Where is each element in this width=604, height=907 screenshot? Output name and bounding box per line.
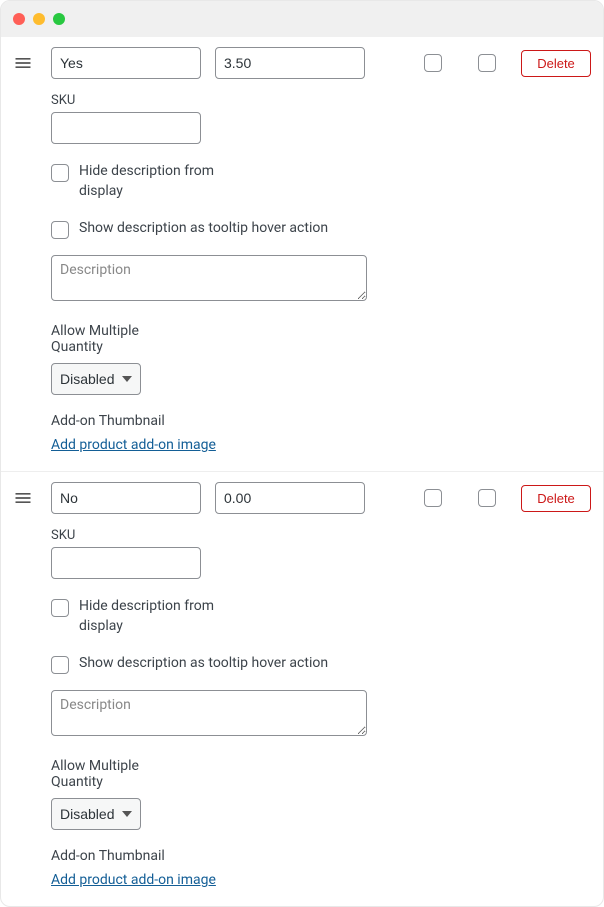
window-titlebar	[1, 1, 603, 37]
app-window: Delete SKU Hide description from display…	[0, 0, 604, 907]
thumbnail-label: Add-on Thumbnail	[51, 848, 591, 864]
sku-input[interactable]	[51, 112, 201, 144]
description-textarea[interactable]	[51, 690, 367, 736]
allow-multiple-label: Allow Multiple Quantity	[51, 323, 171, 355]
option-flag1-checkbox[interactable]	[424, 54, 442, 72]
window-minimize-dot[interactable]	[33, 13, 45, 25]
option-name-input[interactable]	[51, 482, 201, 514]
option-flag2-checkbox[interactable]	[478, 54, 496, 72]
hide-description-checkbox[interactable]	[51, 164, 69, 182]
quantity-mode-select[interactable]: Disabled	[51, 798, 141, 830]
option-price-input[interactable]	[215, 47, 365, 79]
allow-multiple-label: Allow Multiple Quantity	[51, 758, 171, 790]
hide-description-label: Hide description from display	[79, 597, 239, 636]
add-image-link[interactable]: Add product add-on image	[51, 872, 216, 888]
tooltip-description-label: Show description as tooltip hover action	[79, 219, 328, 239]
hide-description-label: Hide description from display	[79, 162, 239, 201]
tooltip-description-checkbox[interactable]	[51, 656, 69, 674]
tooltip-description-label: Show description as tooltip hover action	[79, 654, 328, 674]
drag-handle-icon[interactable]	[13, 488, 37, 508]
tooltip-description-checkbox[interactable]	[51, 221, 69, 239]
sku-input[interactable]	[51, 547, 201, 579]
window-zoom-dot[interactable]	[53, 13, 65, 25]
delete-button[interactable]: Delete	[521, 50, 591, 77]
option-flag2-checkbox[interactable]	[478, 489, 496, 507]
window-close-dot[interactable]	[13, 13, 25, 25]
description-textarea[interactable]	[51, 255, 367, 301]
sku-label: SKU	[51, 528, 591, 543]
option-flag1-checkbox[interactable]	[424, 489, 442, 507]
sku-label: SKU	[51, 93, 591, 108]
addon-option-row: Delete SKU Hide description from display…	[1, 472, 603, 906]
quantity-mode-select[interactable]: Disabled	[51, 363, 141, 395]
drag-handle-icon[interactable]	[13, 53, 37, 73]
thumbnail-label: Add-on Thumbnail	[51, 413, 591, 429]
option-price-input[interactable]	[215, 482, 365, 514]
option-name-input[interactable]	[51, 47, 201, 79]
hide-description-checkbox[interactable]	[51, 599, 69, 617]
addon-option-row: Delete SKU Hide description from display…	[1, 37, 603, 472]
delete-button[interactable]: Delete	[521, 485, 591, 512]
add-image-link[interactable]: Add product add-on image	[51, 437, 216, 453]
